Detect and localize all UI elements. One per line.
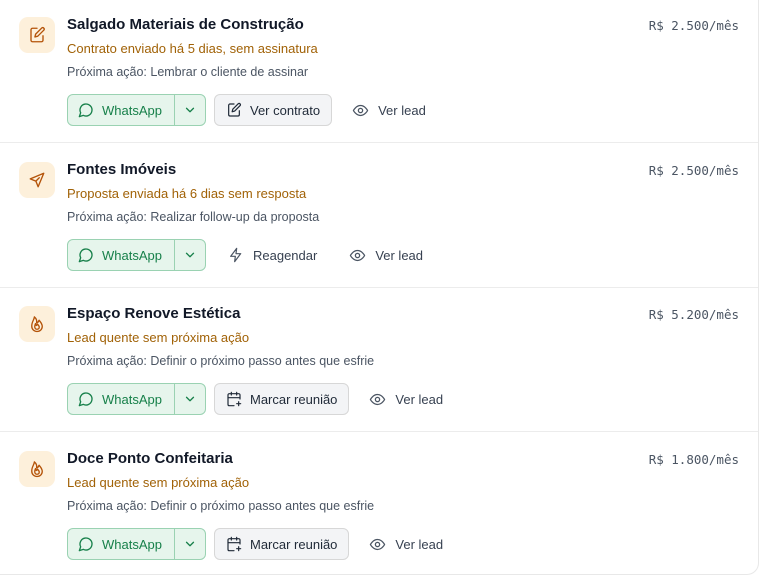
chevron-down-icon <box>183 103 197 117</box>
message-circle-icon <box>78 391 94 407</box>
lead-actions: WhatsApp Reagendar Ver lead <box>67 239 433 271</box>
view-lead-label: Ver lead <box>378 102 426 118</box>
divider <box>0 142 758 143</box>
whatsapp-dropdown-toggle[interactable] <box>173 529 205 559</box>
whatsapp-split-button: WhatsApp <box>67 383 206 415</box>
eye-icon <box>352 102 369 119</box>
lead-price: R$ 1.800/mês <box>648 452 739 467</box>
chevron-down-icon <box>183 248 197 262</box>
file-edit-icon <box>19 17 55 53</box>
eye-icon <box>349 247 366 264</box>
chevron-down-icon <box>183 392 197 406</box>
lead-name: Salgado Materiais de Construção <box>67 16 304 33</box>
lead-name: Fontes Imóveis <box>67 161 177 178</box>
whatsapp-dropdown-toggle[interactable] <box>173 240 205 270</box>
lead-next-action: Próxima ação: Definir o próximo passo an… <box>67 499 375 513</box>
message-circle-icon <box>78 247 94 263</box>
whatsapp-label: WhatsApp <box>102 247 162 263</box>
whatsapp-button[interactable]: WhatsApp <box>68 384 174 414</box>
whatsapp-label: WhatsApp <box>102 102 162 118</box>
lead-status: Lead quente sem próxima ação <box>67 475 250 490</box>
view-contract-button[interactable]: Ver contrato <box>213 94 333 126</box>
reschedule-label: Reagendar <box>252 247 318 263</box>
zap-icon <box>228 247 244 263</box>
lead-item: Fontes Imóveis R$ 2.500/mês Proposta env… <box>0 145 758 289</box>
lead-actions: WhatsApp Marcar reunião Ver lead <box>67 383 453 415</box>
lead-price: R$ 2.500/mês <box>648 163 739 178</box>
whatsapp-button[interactable]: WhatsApp <box>68 240 174 270</box>
whatsapp-split-button: WhatsApp <box>67 528 206 560</box>
view-contract-label: Ver contrato <box>249 102 321 118</box>
view-lead-label: Ver lead <box>395 536 444 552</box>
schedule-meeting-button[interactable]: Marcar reunião <box>213 383 350 415</box>
chevron-down-icon <box>183 537 197 551</box>
schedule-meeting-label: Marcar reunião <box>249 391 338 407</box>
calendar-plus-icon <box>226 391 242 407</box>
send-icon <box>19 162 55 198</box>
lead-price: R$ 2.500/mês <box>648 18 739 33</box>
file-edit-icon <box>226 102 242 118</box>
schedule-meeting-label: Marcar reunião <box>249 536 338 552</box>
view-lead-label: Ver lead <box>375 247 424 263</box>
whatsapp-button[interactable]: WhatsApp <box>68 95 174 125</box>
message-circle-icon <box>78 536 94 552</box>
whatsapp-button[interactable]: WhatsApp <box>68 529 174 559</box>
lead-actions: WhatsApp Ver contrato Ver lead <box>67 94 436 126</box>
divider <box>0 287 758 288</box>
lead-status: Lead quente sem próxima ação <box>67 330 250 345</box>
flame-icon <box>19 306 55 342</box>
whatsapp-split-button: WhatsApp <box>67 94 206 126</box>
lead-status: Contrato enviado há 5 dias, sem assinatu… <box>67 41 318 56</box>
view-lead-button[interactable]: Ver lead <box>359 383 453 415</box>
leads-panel: Salgado Materiais de Construção R$ 2.500… <box>0 0 759 575</box>
divider <box>0 431 758 432</box>
lead-price: R$ 5.200/mês <box>648 307 739 322</box>
whatsapp-label: WhatsApp <box>102 391 162 407</box>
view-lead-button[interactable]: Ver lead <box>342 94 436 126</box>
message-circle-icon <box>78 102 94 118</box>
view-lead-label: Ver lead <box>395 391 444 407</box>
lead-status: Proposta enviada há 6 dias sem resposta <box>67 186 307 201</box>
lead-next-action: Próxima ação: Definir o próximo passo an… <box>67 354 375 368</box>
whatsapp-split-button: WhatsApp <box>67 239 206 271</box>
whatsapp-dropdown-toggle[interactable] <box>173 384 205 414</box>
lead-next-action: Próxima ação: Lembrar o cliente de assin… <box>67 65 309 79</box>
lead-name: Espaço Renove Estética <box>67 305 241 322</box>
lead-item: Doce Ponto Confeitaria R$ 1.800/mês Lead… <box>0 434 758 574</box>
view-lead-button[interactable]: Ver lead <box>359 528 453 560</box>
lead-item: Espaço Renove Estética R$ 5.200/mês Lead… <box>0 289 758 433</box>
lead-actions: WhatsApp Marcar reunião Ver lead <box>67 528 453 560</box>
calendar-plus-icon <box>226 536 242 552</box>
whatsapp-dropdown-toggle[interactable] <box>173 95 205 125</box>
lead-next-action: Próxima ação: Realizar follow-up da prop… <box>67 210 320 224</box>
view-lead-button[interactable]: Ver lead <box>339 239 433 271</box>
schedule-meeting-button[interactable]: Marcar reunião <box>213 528 350 560</box>
eye-icon <box>369 536 386 553</box>
lead-item: Salgado Materiais de Construção R$ 2.500… <box>0 0 758 144</box>
lead-name: Doce Ponto Confeitaria <box>67 450 233 467</box>
flame-icon <box>19 451 55 487</box>
reschedule-button[interactable]: Reagendar <box>218 239 327 271</box>
eye-icon <box>369 391 386 408</box>
whatsapp-label: WhatsApp <box>102 536 162 552</box>
